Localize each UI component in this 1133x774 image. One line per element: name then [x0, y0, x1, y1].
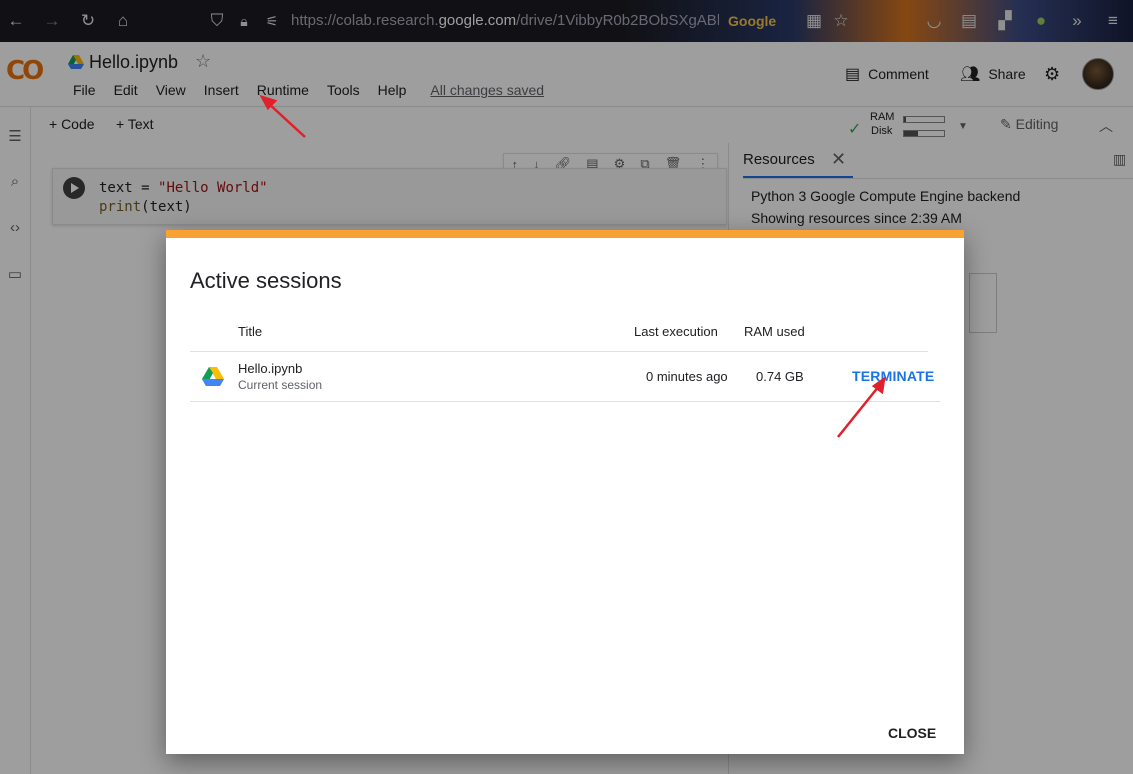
- column-header-title: Title: [238, 324, 263, 339]
- close-button[interactable]: CLOSE: [888, 725, 936, 741]
- session-last-execution: 0 minutes ago: [646, 369, 728, 384]
- active-sessions-dialog: Active sessions Title Last execution RAM…: [166, 230, 964, 754]
- column-header-last-execution: Last execution: [634, 324, 718, 339]
- header-divider: [190, 351, 928, 352]
- session-subtitle: Current session: [238, 378, 323, 392]
- session-ram-used: 0.74 GB: [756, 369, 804, 384]
- session-name: Hello.ipynb: [238, 361, 303, 376]
- dialog-title: Active sessions: [190, 268, 342, 293]
- google-drive-icon: [202, 367, 224, 386]
- terminate-button[interactable]: TERMINATE: [852, 368, 934, 384]
- column-header-ram-used: RAM used: [744, 324, 805, 339]
- row-divider: [190, 401, 940, 402]
